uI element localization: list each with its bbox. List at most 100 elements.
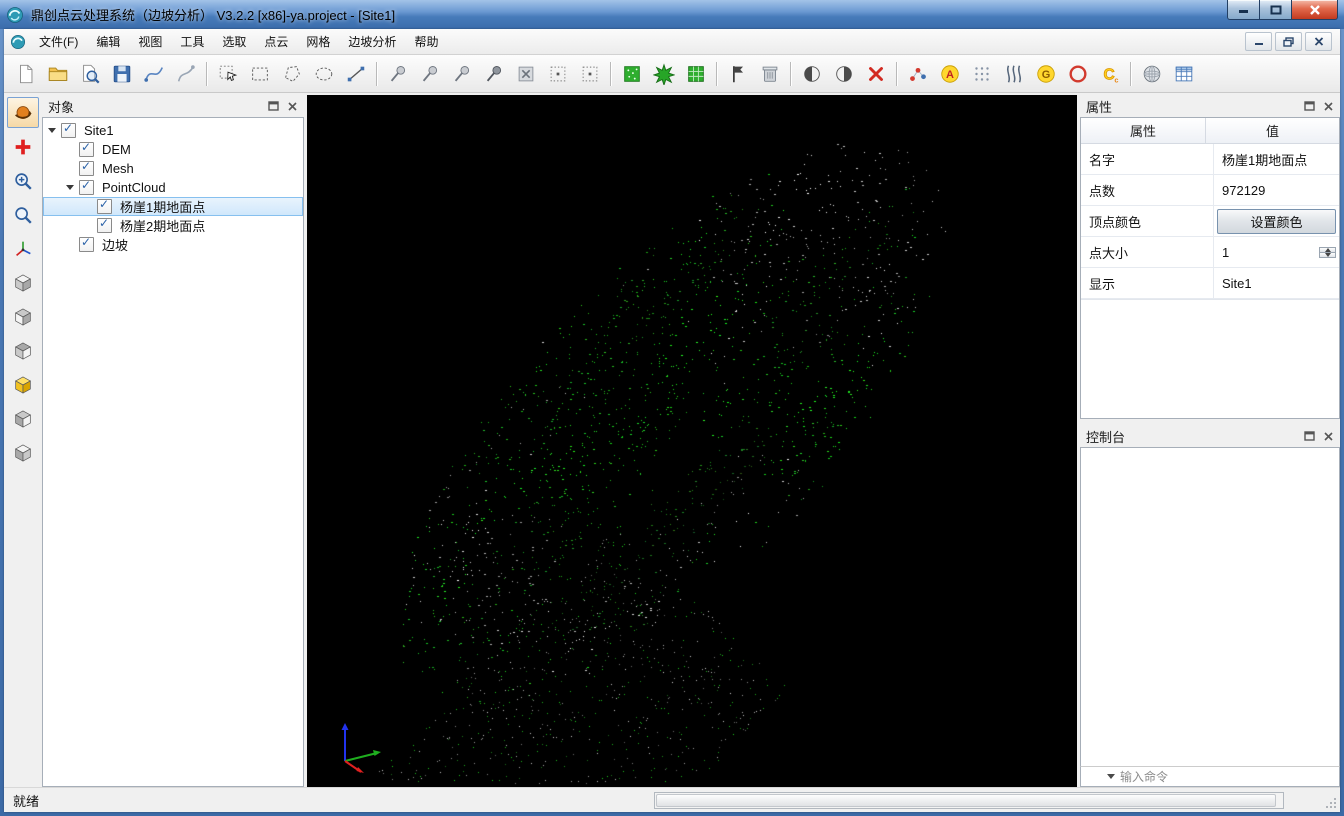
tree-item-dem[interactable]: DEM — [43, 140, 303, 159]
checkbox-yangya1[interactable] — [97, 199, 112, 214]
set-color-button[interactable]: 设置颜色 — [1217, 209, 1336, 234]
menu-item-5[interactable]: 点云 — [255, 29, 297, 54]
main-toolbar: A G Cc — [4, 55, 1340, 93]
table-grid-icon[interactable] — [1168, 58, 1200, 89]
view-cube-right-icon[interactable] — [7, 403, 39, 434]
pin-sample-2-icon[interactable] — [414, 58, 446, 89]
checkbox-dem[interactable] — [79, 142, 94, 157]
delete-x-icon[interactable] — [860, 58, 892, 89]
resize-grip[interactable] — [1325, 797, 1338, 810]
menu-item-1[interactable]: 编辑 — [87, 29, 129, 54]
line-select-icon[interactable] — [340, 58, 372, 89]
mdi-restore-button[interactable] — [1275, 32, 1302, 51]
menu-item-6[interactable]: 网格 — [297, 29, 339, 54]
menu-item-0[interactable]: 文件(F) — [30, 29, 87, 54]
contour-lines-icon[interactable] — [998, 58, 1030, 89]
zoom-in-icon[interactable] — [7, 165, 39, 196]
point-size-value[interactable]: 1 — [1216, 244, 1318, 261]
console-float-icon[interactable] — [1302, 429, 1316, 443]
tree-item-yangya1[interactable]: 杨崖1期地面点 — [43, 197, 303, 216]
tree-item-pointcloud[interactable]: PointCloud — [43, 178, 303, 197]
objects-float-icon[interactable] — [266, 99, 280, 113]
menu-item-7[interactable]: 边坡分析 — [339, 29, 405, 54]
checkbox-pointcloud[interactable] — [79, 180, 94, 195]
close-button[interactable] — [1291, 0, 1338, 20]
curvature-c-icon[interactable]: Cc — [1094, 58, 1126, 89]
maximize-button[interactable] — [1259, 0, 1291, 20]
view-cube-top-icon[interactable] — [7, 267, 39, 298]
console-output[interactable] — [1080, 447, 1340, 766]
tree-label-yangya2: 杨崖2期地面点 — [116, 216, 209, 235]
properties-table: 属性值名字杨崖1期地面点点数972129顶点颜色设置颜色点大小1显示Site1 — [1081, 118, 1339, 300]
view-cube-left-icon[interactable] — [7, 335, 39, 366]
flag-icon[interactable] — [722, 58, 754, 89]
annotation-a-icon[interactable]: A — [934, 58, 966, 89]
scrollbar-thumb[interactable] — [656, 794, 1276, 807]
checkbox-mesh[interactable] — [79, 161, 94, 176]
mdi-close-button[interactable] — [1305, 32, 1332, 51]
property-name: 点数 — [1081, 175, 1214, 205]
menu-item-4[interactable]: 选取 — [213, 29, 255, 54]
sample-curve-icon[interactable] — [138, 58, 170, 89]
trash-icon[interactable] — [754, 58, 786, 89]
command-input-row[interactable]: 输入命令 — [1080, 766, 1340, 787]
new-document-icon[interactable] — [10, 58, 42, 89]
expander-icon[interactable] — [65, 182, 76, 193]
view-cube-bottom-icon[interactable] — [7, 301, 39, 332]
boundary-box-1-icon[interactable] — [542, 58, 574, 89]
mesh-sphere-icon[interactable] — [1136, 58, 1168, 89]
polygon-select-icon[interactable] — [276, 58, 308, 89]
menu-item-3[interactable]: 工具 — [171, 29, 213, 54]
star-burst-icon[interactable] — [648, 58, 680, 89]
view-cube-back-icon[interactable] — [7, 437, 39, 468]
clear-selection-icon[interactable] — [510, 58, 542, 89]
rectangle-select-icon[interactable] — [244, 58, 276, 89]
checkbox-yangya2[interactable] — [97, 218, 112, 233]
boundary-box-2-icon[interactable] — [574, 58, 606, 89]
properties-close-icon[interactable] — [1321, 99, 1335, 113]
objects-close-icon[interactable] — [285, 99, 299, 113]
tree-item-bianpo[interactable]: 边坡 — [43, 235, 303, 254]
checkbox-bianpo[interactable] — [79, 237, 94, 252]
registration-points-icon[interactable] — [902, 58, 934, 89]
dot-matrix-icon[interactable] — [966, 58, 998, 89]
pin-sample-1-icon[interactable] — [382, 58, 414, 89]
mdi-minimize-button[interactable] — [1245, 32, 1272, 51]
pin-sample-3-icon[interactable] — [446, 58, 478, 89]
point-size-field[interactable]: 1 — [1216, 244, 1337, 261]
tree-item-site1[interactable]: Site1 — [43, 121, 303, 140]
add-cross-icon[interactable] — [7, 131, 39, 162]
circle-fit-icon[interactable] — [1062, 58, 1094, 89]
tree-label-site1: Site1 — [80, 123, 118, 138]
noise-points-icon[interactable] — [616, 58, 648, 89]
axis-view-icon[interactable] — [7, 233, 39, 264]
normal-sphere-dark-icon[interactable] — [828, 58, 860, 89]
expander-icon[interactable] — [47, 125, 58, 136]
file-search-icon[interactable] — [74, 58, 106, 89]
checkbox-site1[interactable] — [61, 123, 76, 138]
zoom-window-icon[interactable] — [7, 199, 39, 230]
menu-item-8[interactable]: 帮助 — [405, 29, 447, 54]
viewport-3d[interactable] — [307, 95, 1077, 787]
normal-sphere-light-icon[interactable] — [796, 58, 828, 89]
ellipse-select-icon[interactable] — [308, 58, 340, 89]
tree-item-yangya2[interactable]: 杨崖2期地面点 — [43, 216, 303, 235]
menu-item-2[interactable]: 视图 — [129, 29, 171, 54]
tree-item-mesh[interactable]: Mesh — [43, 159, 303, 178]
minimize-button[interactable] — [1227, 0, 1259, 20]
smooth-curve-icon[interactable] — [170, 58, 202, 89]
pick-select-icon[interactable] — [212, 58, 244, 89]
point-size-spinner[interactable] — [1319, 247, 1336, 258]
orbit-rotate-icon[interactable] — [7, 97, 39, 128]
save-icon[interactable] — [106, 58, 138, 89]
pin-dense-icon[interactable] — [478, 58, 510, 89]
grid-fill-icon[interactable] — [680, 58, 712, 89]
console-close-icon[interactable] — [1321, 429, 1335, 443]
property-row-4: 显示Site1 — [1081, 268, 1339, 299]
geoid-g-icon[interactable]: G — [1030, 58, 1062, 89]
horizontal-scrollbar[interactable] — [654, 792, 1284, 809]
spin-down-icon[interactable] — [1319, 252, 1336, 258]
open-folder-icon[interactable] — [42, 58, 74, 89]
properties-float-icon[interactable] — [1302, 99, 1316, 113]
view-cube-front-icon[interactable] — [7, 369, 39, 400]
